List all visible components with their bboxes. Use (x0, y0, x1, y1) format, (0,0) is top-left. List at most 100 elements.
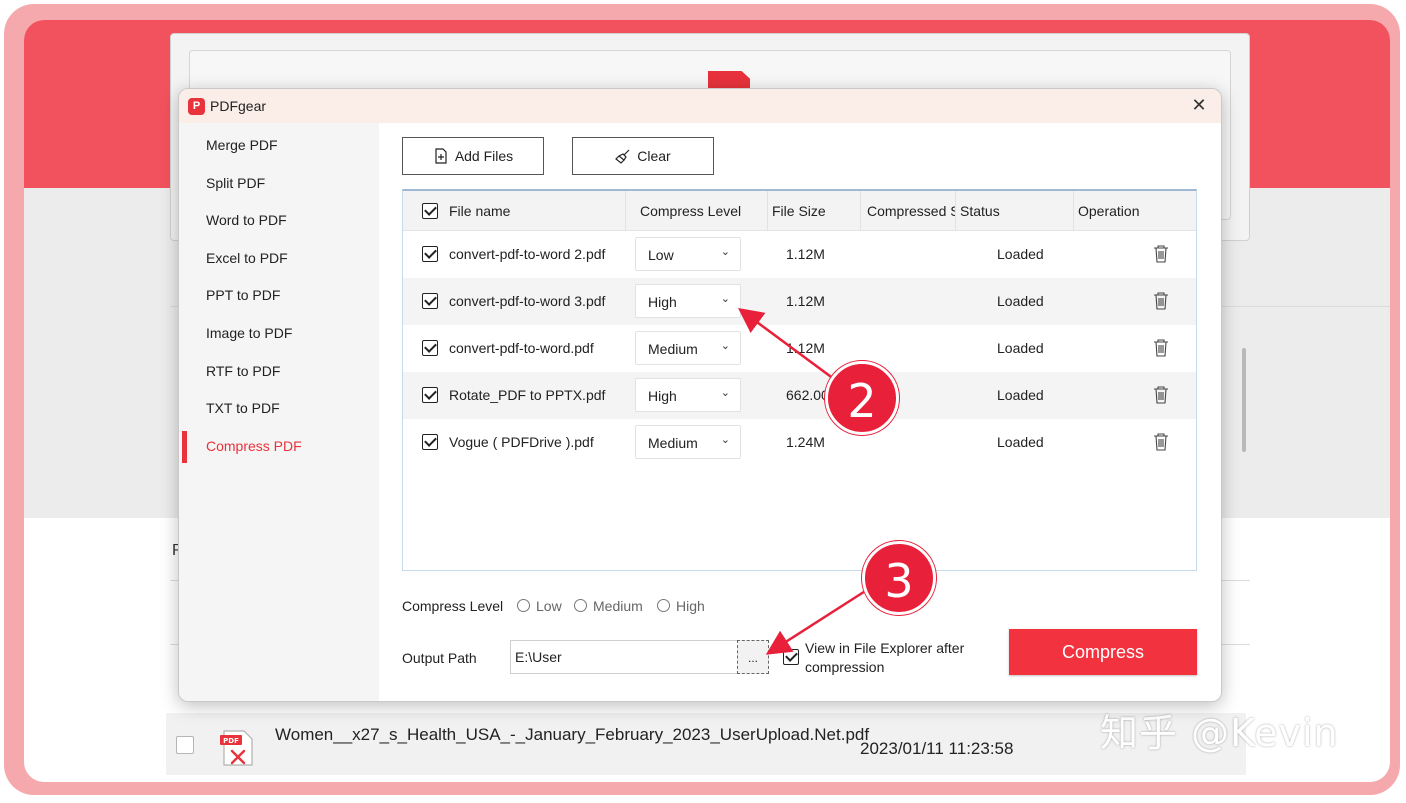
row-file-size: 1.24M (786, 434, 825, 450)
window-title: PDFgear (210, 98, 267, 114)
pdf-icon-text: PDF (223, 737, 239, 745)
compress-level-value: High (648, 294, 677, 310)
compress-level-label: Compress Level (402, 598, 504, 614)
radio-medium-label[interactable]: Medium (593, 598, 643, 614)
row-file-name: convert-pdf-to-word 3.pdf (449, 293, 606, 309)
trash-icon[interactable] (1153, 244, 1169, 264)
compress-level-select[interactable]: High ⌄ (635, 284, 741, 318)
output-path-label: Output Path (402, 650, 477, 666)
sidebar-item-rtf-to-pdf[interactable]: RTF to PDF (206, 363, 280, 379)
clear-button[interactable]: Clear (572, 137, 714, 175)
title-bar: P PDFgear ✕ (179, 89, 1221, 123)
compress-level-select[interactable]: Low ⌄ (635, 237, 741, 271)
broom-icon (615, 149, 630, 164)
col-file-size: File Size (767, 191, 860, 231)
col-status: Status (955, 191, 1073, 231)
compress-level-value: High (648, 388, 677, 404)
view-in-explorer-label[interactable]: View in File Explorer after compression (805, 639, 995, 677)
add-file-icon (435, 148, 447, 164)
row-status: Loaded (997, 387, 1044, 403)
step-3-badge: 3 (862, 541, 936, 615)
row-file-name: Vogue ( PDFDrive ).pdf (449, 434, 594, 450)
file-list-item[interactable]: PDF Women__x27_s_Health_USA_-_January_Fe… (166, 713, 1246, 775)
compress-level-select[interactable]: Medium ⌄ (635, 425, 741, 459)
chevron-down-icon: ⌄ (720, 293, 730, 305)
trash-icon[interactable] (1153, 432, 1169, 452)
table-row[interactable]: convert-pdf-to-word 3.pdf High ⌄ 1.12M Lo… (403, 278, 1196, 325)
add-files-label: Add Files (454, 148, 514, 164)
col-compress-level: Compress Level (625, 191, 767, 231)
radio-high-label[interactable]: High (676, 598, 705, 614)
pdf-error-icon: PDF (220, 730, 253, 766)
table-row[interactable]: convert-pdf-to-word 2.pdf Low ⌄ 1.12M Loa… (403, 231, 1196, 278)
trash-icon[interactable] (1153, 338, 1169, 358)
view-in-explorer-checkbox[interactable] (783, 649, 799, 665)
sidebar-item-excel-to-pdf[interactable]: Excel to PDF (206, 250, 288, 266)
row-status: Loaded (997, 246, 1044, 262)
chevron-down-icon: ⌄ (720, 340, 730, 352)
trash-icon[interactable] (1153, 291, 1169, 311)
row-status: Loaded (997, 434, 1044, 450)
row-file-name: convert-pdf-to-word.pdf (449, 340, 594, 356)
sidebar-item-word-to-pdf[interactable]: Word to PDF (206, 212, 287, 228)
output-path-input[interactable] (510, 640, 738, 674)
main-panel: Add Files Clear File name Compress Level… (379, 123, 1221, 701)
row-checkbox[interactable] (422, 293, 438, 309)
row-file-size: 1.12M (786, 293, 825, 309)
trash-icon[interactable] (1153, 385, 1169, 405)
watermark: 知乎 @Kevin (1100, 711, 1339, 755)
pdfgear-logo-icon: P (188, 98, 205, 115)
chevron-down-icon: ⌄ (720, 434, 730, 446)
row-checkbox[interactable] (422, 387, 438, 403)
row-checkbox[interactable] (422, 434, 438, 450)
compress-level-select[interactable]: High ⌄ (635, 378, 741, 412)
pdfgear-dialog: P PDFgear ✕ Merge PDF Split PDF Word to … (178, 88, 1222, 702)
radio-low-label[interactable]: Low (536, 598, 562, 614)
row-status: Loaded (997, 340, 1044, 356)
row-checkbox[interactable] (422, 340, 438, 356)
sidebar: Merge PDF Split PDF Word to PDF Excel to… (179, 123, 379, 701)
scrollbar[interactable] (1242, 348, 1246, 452)
browse-button[interactable]: ... (737, 640, 769, 674)
sidebar-item-merge-pdf[interactable]: Merge PDF (206, 137, 278, 153)
col-operation: Operation (1073, 191, 1197, 231)
table-header: File name Compress Level File Size Compr… (403, 191, 1196, 231)
sidebar-item-compress-pdf[interactable]: Compress PDF (206, 438, 302, 454)
table-row[interactable]: convert-pdf-to-word.pdf Medium ⌄ 1.12M Lo… (403, 325, 1196, 372)
table-row[interactable]: Vogue ( PDFDrive ).pdf Medium ⌄ 1.24M Loa… (403, 419, 1196, 466)
compress-level-value: Medium (648, 435, 698, 451)
sidebar-item-txt-to-pdf[interactable]: TXT to PDF (206, 400, 280, 416)
radio-high[interactable] (657, 599, 670, 612)
row-file-size: 1.12M (786, 246, 825, 262)
radio-medium[interactable] (574, 599, 587, 612)
sidebar-item-split-pdf[interactable]: Split PDF (206, 175, 265, 191)
compress-level-select[interactable]: Medium ⌄ (635, 331, 741, 365)
col-compressed-size: Compressed Size (860, 191, 955, 231)
active-indicator (182, 431, 187, 463)
chevron-down-icon: ⌄ (720, 246, 730, 258)
sidebar-item-ppt-to-pdf[interactable]: PPT to PDF (206, 287, 280, 303)
close-button[interactable]: ✕ (1189, 95, 1209, 115)
row-file-name: Rotate_PDF to PPTX.pdf (449, 387, 606, 403)
compress-level-value: Low (648, 247, 674, 263)
radio-low[interactable] (517, 599, 530, 612)
step-2-badge: 2 (825, 361, 899, 435)
file-table: File name Compress Level File Size Compr… (402, 189, 1197, 571)
table-row[interactable]: Rotate_PDF to PPTX.pdf High ⌄ 662.00 Load… (403, 372, 1196, 419)
row-checkbox[interactable] (422, 246, 438, 262)
file-checkbox[interactable] (176, 736, 194, 754)
row-status: Loaded (997, 293, 1044, 309)
compress-level-value: Medium (648, 341, 698, 357)
select-all-checkbox[interactable] (422, 203, 438, 219)
chevron-down-icon: ⌄ (720, 387, 730, 399)
file-date: 2023/01/11 11:23:58 (860, 739, 1014, 758)
row-file-size: 1.12M (786, 340, 825, 356)
clear-label: Clear (637, 148, 671, 164)
compress-button[interactable]: Compress (1009, 629, 1197, 675)
file-name: Women__x27_s_Health_USA_-_January_Februa… (275, 725, 870, 744)
row-file-name: convert-pdf-to-word 2.pdf (449, 246, 606, 262)
sidebar-item-image-to-pdf[interactable]: Image to PDF (206, 325, 292, 341)
col-file-name: File name (449, 203, 511, 219)
row-file-size: 662.00 (786, 387, 829, 403)
add-files-button[interactable]: Add Files (402, 137, 544, 175)
